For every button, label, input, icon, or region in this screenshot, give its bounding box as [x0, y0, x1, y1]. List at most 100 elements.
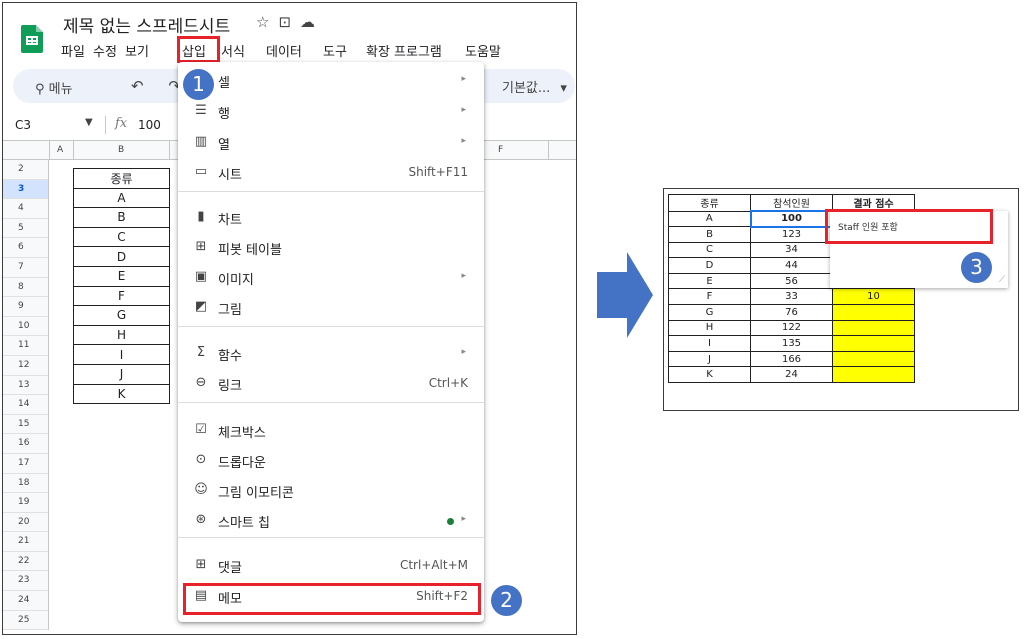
row-header[interactable]: 2 — [3, 160, 48, 180]
row-header[interactable]: 23 — [3, 571, 48, 592]
menu-item-column[interactable]: ▥ 열 ▸ — [178, 129, 484, 157]
row-header[interactable]: 11 — [3, 336, 48, 356]
result-header-cell[interactable]: 참석인원 — [750, 194, 833, 212]
result-cell[interactable]: 122 — [750, 319, 833, 337]
sheets-logo-icon[interactable] — [21, 25, 43, 53]
name-box-dropdown-icon[interactable]: ▼ — [85, 117, 93, 128]
result-cell[interactable]: 44 — [750, 257, 833, 274]
result-cell[interactable]: 123 — [750, 226, 833, 243]
star-icon[interactable]: ☆ — [256, 13, 278, 31]
table-cell[interactable]: D — [73, 246, 170, 267]
column-b-header[interactable]: B — [118, 145, 124, 155]
row-header[interactable]: 18 — [3, 474, 48, 494]
result-cell[interactable]: I — [668, 335, 751, 352]
row-header[interactable]: 9 — [3, 297, 48, 317]
menu-item-checkbox[interactable]: ☑ 체크박스 — [178, 417, 484, 445]
table-cell[interactable]: A — [73, 187, 170, 209]
row-header[interactable]: 12 — [3, 356, 48, 376]
table-cell[interactable]: B — [73, 207, 170, 228]
table-cell[interactable]: H — [73, 324, 170, 346]
resize-handle-icon[interactable]: ⟋ — [999, 275, 1005, 285]
result-cell[interactable]: K — [668, 366, 751, 384]
result-cell[interactable]: B — [668, 226, 751, 243]
result-cell[interactable]: 76 — [750, 304, 833, 321]
row-header[interactable]: 14 — [3, 395, 48, 415]
formula-input[interactable]: 100 — [138, 118, 161, 132]
result-cell[interactable]: D — [668, 257, 751, 274]
row-header[interactable]: 3 — [3, 179, 48, 200]
folder-move-icon[interactable]: ⊡ — [278, 13, 300, 31]
menu-item-emoji[interactable]: ☺ 그림 이모티콘 — [178, 477, 484, 505]
result-cell[interactable] — [832, 319, 915, 337]
row-header[interactable]: 22 — [3, 552, 48, 572]
menu-edit[interactable]: 수정 — [93, 41, 117, 60]
cloud-icon[interactable]: ☁ — [300, 13, 324, 31]
row-header[interactable]: 10 — [3, 317, 48, 337]
row-header[interactable]: 24 — [3, 591, 48, 611]
result-cell[interactable]: 56 — [750, 272, 833, 290]
result-cell[interactable]: 33 — [750, 288, 833, 306]
menu-item-cell[interactable]: ▦셀▸ — [178, 67, 484, 95]
document-title[interactable]: 제목 없는 스프레드시트 — [63, 12, 230, 37]
result-cell[interactable]: C — [668, 241, 751, 259]
column-a-header[interactable]: A — [57, 145, 63, 155]
row-header[interactable]: 8 — [3, 278, 48, 298]
result-cell[interactable] — [832, 350, 915, 368]
menu-item-chart[interactable]: ▮ 차트 — [178, 204, 484, 232]
menu-item-link[interactable]: ⊖ 링크 Ctrl+K — [178, 370, 484, 398]
result-cell[interactable]: E — [668, 272, 751, 290]
row-header[interactable]: 19 — [3, 493, 48, 513]
font-select[interactable]: 기본값... ▾ — [502, 77, 567, 96]
menu-item-function[interactable]: Σ 함수 ▸ — [178, 340, 484, 368]
table-cell[interactable]: G — [73, 305, 170, 326]
menu-item-sheet[interactable]: ▭ 시트 Shift+F11 — [178, 159, 484, 187]
name-box[interactable]: C3 — [15, 118, 31, 132]
menu-view[interactable]: 보기 — [125, 41, 149, 60]
table-cell[interactable]: E — [73, 265, 170, 287]
menu-data[interactable]: 데이터 — [266, 41, 302, 60]
result-cell[interactable]: 100 — [749, 210, 834, 228]
row-header[interactable]: 5 — [3, 219, 48, 239]
menu-tools[interactable]: 도구 — [323, 41, 347, 60]
menu-item-comment[interactable]: ⊞ 댓글 Ctrl+Alt+M — [178, 552, 484, 580]
menu-item-drawing[interactable]: ◩ 그림 — [178, 294, 484, 322]
row-header[interactable]: 16 — [3, 434, 48, 454]
row-header[interactable]: 17 — [3, 454, 48, 474]
table-cell[interactable]: K — [73, 383, 170, 405]
menu-format[interactable]: 서식 — [221, 41, 245, 60]
result-header-cell[interactable]: 종류 — [668, 194, 751, 212]
row-header[interactable]: 20 — [3, 513, 48, 533]
menu-item-dropdown[interactable]: ⊙ 드롭다운 — [178, 447, 484, 475]
table-cell[interactable]: F — [73, 285, 170, 307]
menu-item-row[interactable]: ☰ 행 ▸ — [178, 98, 484, 126]
row-header[interactable]: 4 — [3, 199, 48, 219]
result-cell[interactable]: H — [668, 319, 751, 337]
table-cell[interactable]: J — [73, 363, 170, 385]
menu-search[interactable]: ⚲ 메뉴 — [35, 78, 73, 97]
menu-file[interactable]: 파일 — [61, 41, 85, 60]
result-cell[interactable]: 10 — [832, 288, 915, 306]
row-header[interactable]: 15 — [3, 415, 48, 435]
column-f-header[interactable]: F — [498, 145, 503, 155]
result-cell[interactable]: G — [668, 304, 751, 321]
result-cell[interactable]: F — [668, 288, 751, 306]
result-cell[interactable]: 34 — [750, 241, 833, 259]
result-cell[interactable]: A — [668, 210, 751, 228]
menu-item-smart-chip[interactable]: ⊛ 스마트 칩 ▸ — [178, 507, 484, 535]
row-header[interactable]: 7 — [3, 258, 48, 278]
result-cell[interactable]: 24 — [750, 366, 833, 384]
menu-extensions[interactable]: 확장 프로그램 — [366, 41, 442, 60]
result-cell[interactable]: 135 — [750, 335, 833, 352]
menu-item-image[interactable]: ▣ 이미지 ▸ — [178, 264, 484, 292]
row-header[interactable]: 13 — [3, 376, 48, 396]
table-cell[interactable]: C — [73, 226, 170, 248]
result-cell[interactable]: J — [668, 350, 751, 368]
result-cell[interactable] — [832, 304, 915, 321]
menu-help[interactable]: 도움말 — [465, 41, 501, 60]
result-cell[interactable] — [832, 366, 915, 384]
result-cell[interactable] — [832, 335, 915, 352]
table-cell[interactable]: I — [73, 344, 170, 365]
row-header[interactable]: 21 — [3, 532, 48, 552]
menu-item-pivot-table[interactable]: ⊞ 피봇 테이블 — [178, 234, 484, 262]
table-header-cell[interactable]: 종류 — [73, 168, 170, 189]
